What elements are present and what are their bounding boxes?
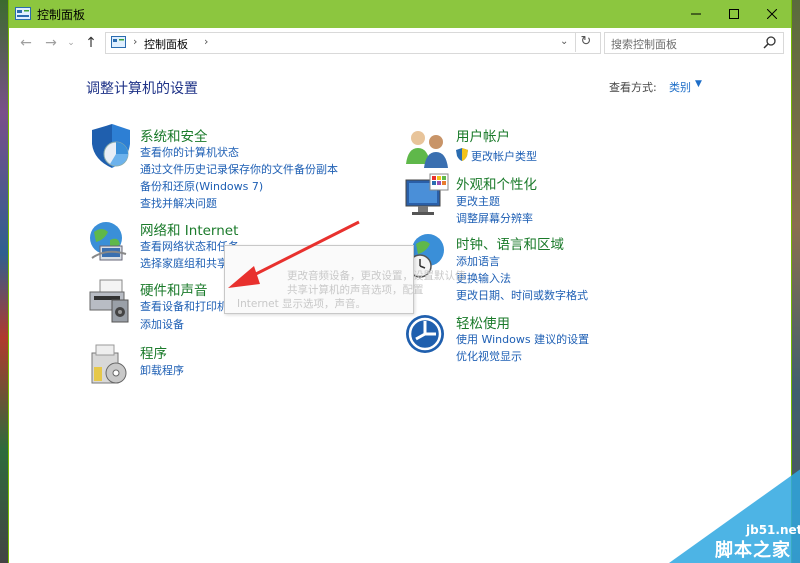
- forward-arrow-icon[interactable]: →: [42, 35, 60, 51]
- category-appearance-personalization[interactable]: 外观和个性化: [456, 173, 537, 193]
- category-user-accounts[interactable]: 用户帐户: [456, 125, 510, 145]
- category-hardware-sound[interactable]: 硬件和声音: [140, 279, 208, 299]
- address-toolbar: ← → ⌄ ↑ › 控制面板 › ⌄ ↻ 搜索控制面板: [9, 28, 791, 58]
- link-backup-restore[interactable]: 备份和还原(Windows 7): [140, 178, 263, 194]
- link-view-computer-status[interactable]: 查看你的计算机状态: [140, 144, 239, 160]
- link-date-time-number-format[interactable]: 更改日期、时间或数字格式: [456, 287, 588, 303]
- refresh-icon[interactable]: ↻: [575, 32, 596, 52]
- uac-shield-icon: [456, 148, 468, 161]
- view-by-label: 查看方式:: [609, 81, 657, 94]
- link-uninstall-program[interactable]: 卸载程序: [140, 362, 184, 378]
- tooltip-line-3: Internet 显示选项，声音。: [237, 298, 367, 310]
- recent-locations-chevron-icon[interactable]: ⌄: [62, 35, 80, 51]
- ease-of-access-icon[interactable]: [404, 311, 450, 357]
- minimize-icon: [691, 13, 701, 15]
- up-arrow-icon[interactable]: ↑: [82, 35, 100, 51]
- close-icon: [767, 9, 777, 19]
- breadcrumb-control-panel[interactable]: 控制面板: [144, 36, 188, 52]
- watermark-name: 脚本之家: [715, 540, 791, 561]
- breadcrumb-separator-end[interactable]: ›: [204, 35, 208, 48]
- system-security-shield-icon[interactable]: [86, 124, 132, 170]
- category-ease-of-access[interactable]: 轻松使用: [456, 312, 510, 332]
- link-troubleshoot[interactable]: 查找并解决问题: [140, 195, 217, 211]
- category-system-security[interactable]: 系统和安全: [140, 125, 208, 145]
- link-change-theme[interactable]: 更改主题: [456, 193, 500, 209]
- minimize-button[interactable]: [677, 0, 715, 28]
- search-input[interactable]: 搜索控制面板: [604, 32, 784, 54]
- address-dropdown-chevron-icon[interactable]: ⌄: [560, 36, 568, 47]
- hardware-sound-printer-icon[interactable]: [86, 278, 132, 324]
- programs-box-icon[interactable]: [86, 341, 132, 387]
- link-change-account-type[interactable]: 更改帐户类型: [471, 148, 537, 164]
- link-optimize-visual-display[interactable]: 优化视觉显示: [456, 348, 522, 364]
- link-add-language[interactable]: 添加语言: [456, 253, 500, 269]
- watermark-site: jb51.net: [746, 523, 800, 537]
- red-arrow-annotation: [228, 220, 360, 288]
- title-bar[interactable]: 控制面板: [9, 0, 791, 28]
- view-by-dropdown[interactable]: 类别: [669, 79, 691, 95]
- control-panel-icon: [15, 7, 31, 20]
- network-globe-icon[interactable]: [86, 218, 132, 264]
- search-icon[interactable]: [763, 35, 777, 49]
- back-arrow-icon[interactable]: ←: [17, 35, 35, 51]
- page-title: 调整计算机的设置: [86, 81, 198, 97]
- link-file-history-backup[interactable]: 通过文件历史记录保存你的文件备份副本: [140, 161, 338, 177]
- link-windows-recommended-settings[interactable]: 使用 Windows 建议的设置: [456, 331, 589, 347]
- link-screen-resolution[interactable]: 调整屏幕分辨率: [456, 210, 533, 226]
- address-bar[interactable]: › 控制面板 › ⌄: [105, 32, 601, 54]
- window-title: 控制面板: [37, 8, 86, 22]
- maximize-icon: [729, 9, 739, 19]
- close-button[interactable]: [753, 0, 791, 28]
- control-panel-small-icon: [111, 36, 126, 48]
- user-accounts-people-icon[interactable]: [404, 124, 450, 170]
- category-clock-language-region[interactable]: 时钟、语言和区域: [456, 233, 564, 253]
- category-programs[interactable]: 程序: [140, 342, 167, 362]
- control-panel-window: 控制面板 ← → ⌄ ↑ › 控制面板 › ⌄ ↻ 搜索控制面板 调整计算机的设…: [8, 0, 800, 563]
- appearance-monitor-icon[interactable]: [404, 172, 450, 218]
- link-add-device[interactable]: 添加设备: [140, 316, 184, 332]
- search-placeholder: 搜索控制面板: [611, 38, 677, 51]
- view-by-caret-icon[interactable]: ▼: [695, 79, 702, 89]
- breadcrumb-separator: ›: [133, 35, 138, 48]
- link-devices-printers[interactable]: 查看设备和打印机: [140, 298, 228, 314]
- maximize-button[interactable]: [715, 0, 753, 28]
